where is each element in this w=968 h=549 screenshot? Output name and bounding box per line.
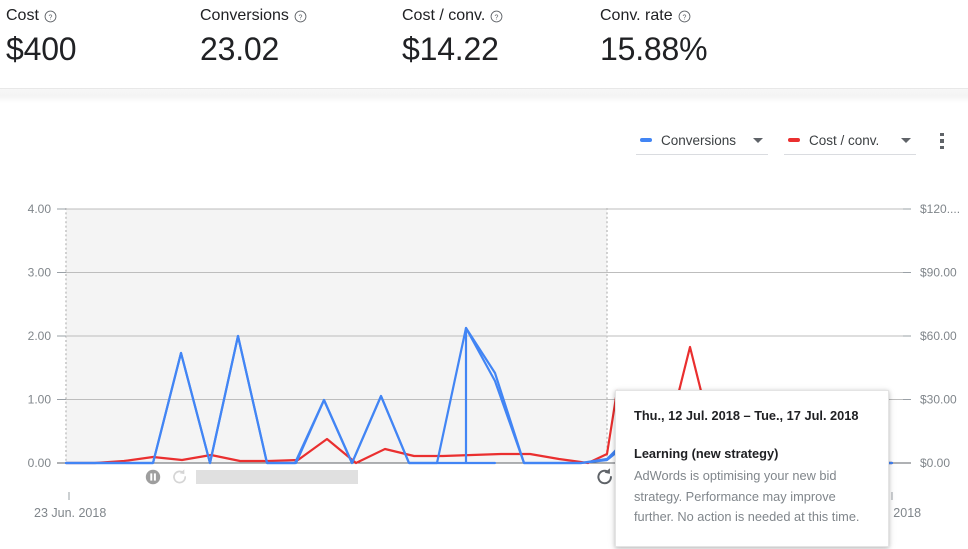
section-divider [0,88,968,104]
tooltip-body: AdWords is optimising your new bid strat… [634,466,870,528]
metric-card-conversions: Conversions ? 23.02 [200,0,400,70]
help-circle-icon[interactable]: ? [678,10,691,23]
y-left-tick-3: 3.00 [28,266,52,280]
y-left-tick-1: 1.00 [28,393,52,407]
metrics-summary-bar: Cost ? $400 Conversions ? 23.02 Cost / c… [0,0,968,88]
metric-label-row: Cost / conv. ? [402,8,600,24]
performance-chart-card: Conversions Cost / conv. [0,104,968,549]
metric-value: $14.22 [402,28,600,70]
svg-text:?: ? [495,14,499,21]
y-left-tick-2: 2.00 [28,329,52,343]
y-axis-left-labels: 4.00 3.00 2.00 1.00 0.00 [28,202,52,470]
metric-value: 15.88% [600,28,840,70]
svg-text:?: ? [298,14,302,21]
svg-text:?: ? [48,14,52,21]
metric-label: Conv. rate [600,7,673,25]
y-axis-right-labels: $120.... $90.00 $60.00 $30.00 $0.00 [920,202,960,470]
metric-value: $400 [6,28,200,70]
metric-label-row: Cost ? [6,8,200,24]
annotation-lane-1[interactable] [144,469,358,485]
annotation-tooltip: Thu., 12 Jul. 2018 – Tue., 17 Jul. 2018 … [615,390,889,547]
metric-label: Cost / conv. [402,7,485,25]
y-right-tick-90: $90.00 [920,266,957,280]
help-circle-icon[interactable]: ? [44,10,57,23]
y-left-tick-0: 0.00 [28,456,52,470]
help-circle-icon[interactable]: ? [490,10,503,23]
metric-card-cost-per-conv: Cost / conv. ? $14.22 [400,0,600,70]
svg-text:?: ? [682,14,686,21]
metric-label-row: Conv. rate ? [600,8,840,24]
y-left-tick-4: 4.00 [28,202,52,216]
y-right-tick-120: $120.... [920,202,960,216]
help-circle-icon[interactable]: ? [294,10,307,23]
x-axis-start-label: 23 Jun. 2018 [34,506,106,520]
y-right-tick-60: $60.00 [920,329,957,343]
refresh-icon[interactable] [594,466,616,488]
tooltip-date-range: Thu., 12 Jul. 2018 – Tue., 17 Jul. 2018 [634,407,870,424]
metric-card-cost: Cost ? $400 [0,0,200,70]
y-right-tick-0: $0.00 [920,456,950,470]
metric-label: Conversions [200,7,289,25]
pause-circle-icon[interactable] [144,468,162,486]
metric-value: 23.02 [200,28,400,70]
y-right-tick-30: $30.00 [920,393,957,407]
metric-label-row: Conversions ? [200,8,400,24]
metric-card-conv-rate: Conv. rate ? 15.88% [600,0,840,70]
annotation-bar-1[interactable] [196,470,358,484]
tooltip-title: Learning (new strategy) [634,445,870,463]
metric-label: Cost [6,7,39,25]
refresh-icon[interactable] [170,467,190,487]
